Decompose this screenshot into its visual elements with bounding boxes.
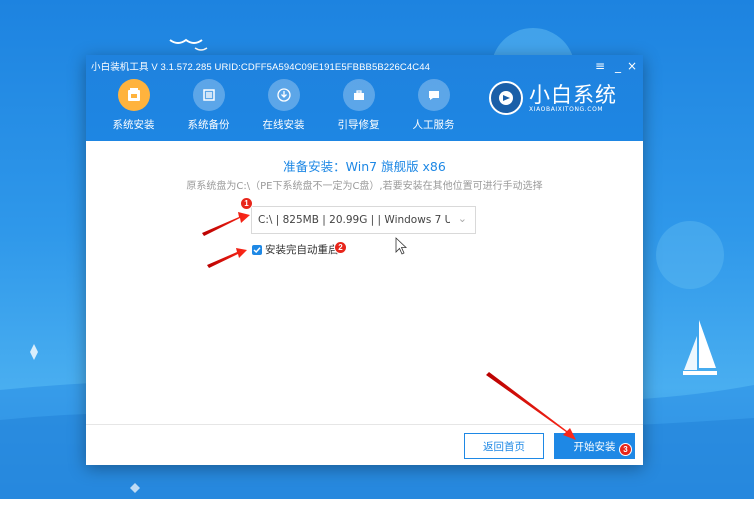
step-badge-1: 1 bbox=[240, 197, 253, 210]
partition-select[interactable]: C:\ | 825MB | 20.99G | | Windows 7 Ulti … bbox=[251, 206, 476, 234]
nav-item-system-backup[interactable]: 系统备份 bbox=[171, 79, 246, 132]
auto-reboot-checkbox[interactable]: 安装完自动重启 bbox=[252, 242, 339, 257]
logo-icon bbox=[489, 81, 523, 115]
auto-reboot-label: 安装完自动重启 bbox=[265, 244, 339, 256]
install-icon bbox=[117, 79, 150, 111]
taskbar bbox=[0, 499, 754, 517]
partition-value: C:\ | 825MB | 20.99G | | Windows 7 Ulti bbox=[258, 214, 450, 226]
logo-name: 小白系统 bbox=[529, 82, 617, 107]
chevron-down-icon: ⌄ bbox=[457, 212, 467, 225]
nav-label: 系统备份 bbox=[187, 119, 230, 131]
brand-logo: 小白系统 XIAOBAIXITONG.COM bbox=[489, 81, 617, 115]
nav-label: 引导修复 bbox=[337, 119, 380, 131]
logo-subtext: XIAOBAIXITONG.COM bbox=[529, 105, 604, 113]
footer-bar: 返回首页 开始安装 bbox=[86, 424, 643, 465]
back-home-button[interactable]: 返回首页 bbox=[464, 433, 544, 459]
nav-item-boot-repair[interactable]: 引导修复 bbox=[321, 79, 396, 132]
window-title: 小白装机工具 V 3.1.572.285 URID:CDFF5A594C09E1… bbox=[91, 62, 430, 73]
nav-label: 人工服务 bbox=[412, 119, 455, 131]
close-button[interactable]: × bbox=[627, 59, 637, 73]
menu-button[interactable]: ≡ bbox=[595, 59, 605, 73]
nav-item-manual-service[interactable]: 人工服务 bbox=[396, 79, 471, 132]
chat-icon bbox=[417, 79, 450, 111]
minimize-button[interactable]: _ bbox=[615, 59, 621, 73]
download-icon bbox=[267, 79, 300, 111]
header-bar: 小白装机工具 V 3.1.572.285 URID:CDFF5A594C09E1… bbox=[86, 55, 643, 141]
nav-item-online-install[interactable]: 在线安装 bbox=[246, 79, 321, 132]
backup-icon bbox=[192, 79, 225, 111]
nav-bar: 系统安装 系统备份 在线安装 引导修复 人工服务 bbox=[96, 79, 471, 132]
installer-window: 小白装机工具 V 3.1.572.285 URID:CDFF5A594C09E1… bbox=[86, 55, 643, 465]
install-description: 原系统盘为C:\（PE下系统盘不一定为C盘）,若要安装在其他位置可进行手动选择 bbox=[186, 181, 543, 192]
install-title: 准备安装：Win7 旗舰版 x86 bbox=[283, 159, 446, 174]
nav-label: 系统安装 bbox=[112, 119, 155, 131]
nav-item-system-install[interactable]: 系统安装 bbox=[96, 79, 171, 132]
step-badge-2: 2 bbox=[334, 241, 347, 254]
checkbox-checked-icon bbox=[252, 244, 262, 255]
step-badge-3: 3 bbox=[619, 443, 632, 456]
toolbox-icon bbox=[342, 79, 375, 111]
nav-label: 在线安装 bbox=[262, 119, 305, 131]
